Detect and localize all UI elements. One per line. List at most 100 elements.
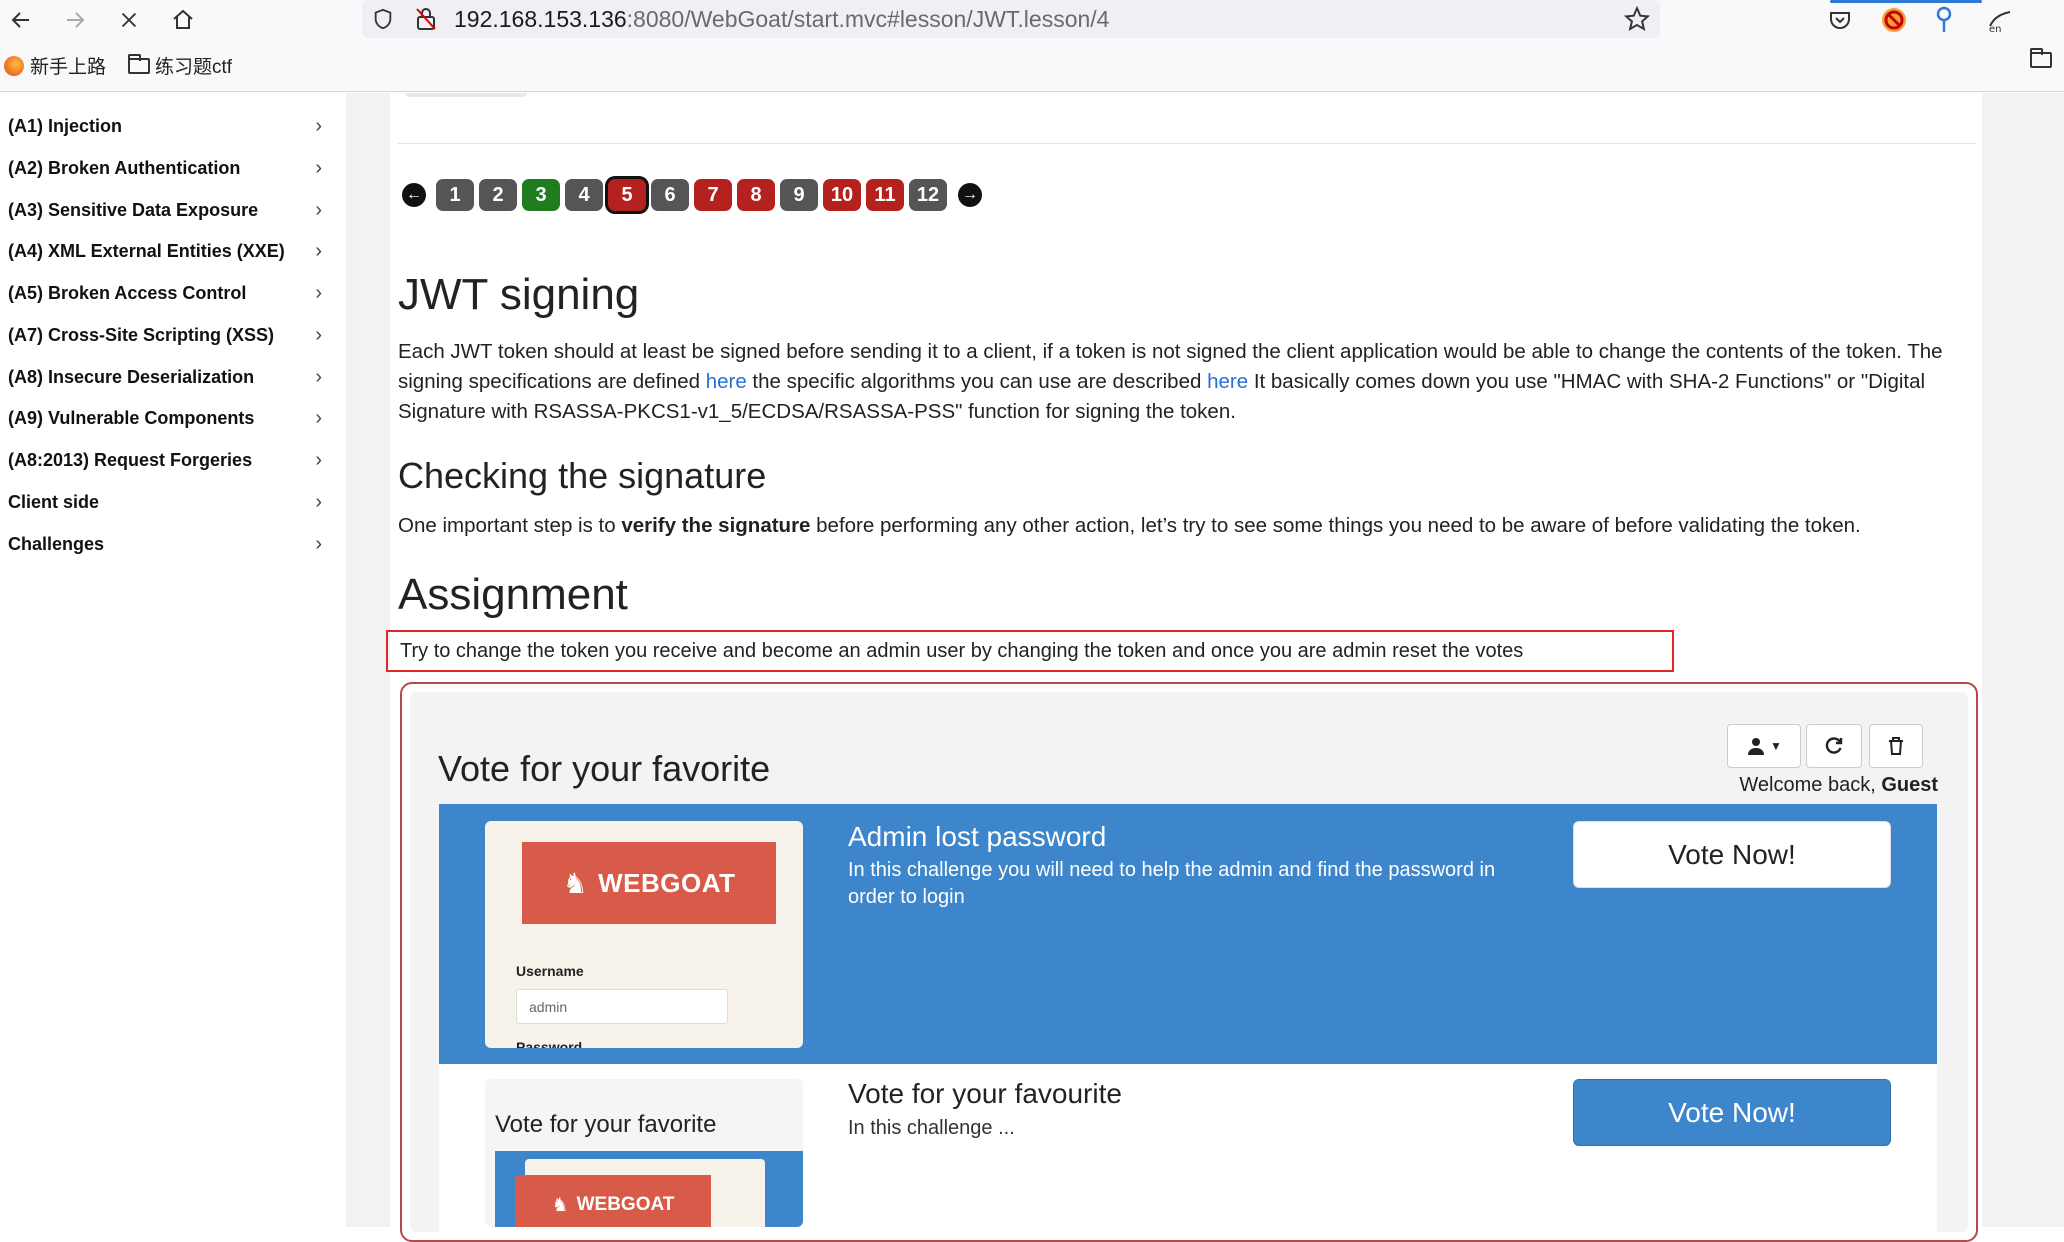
blocker-extension-icon[interactable] [1880,6,1908,39]
refresh-icon [1825,737,1843,754]
pocket-icon[interactable] [1828,8,1852,37]
bookmark-newbie[interactable]: 新手上路 [4,52,106,79]
challenge-thumbnail: Vote for your favorite ♞ WEBGOAT [485,1079,803,1227]
sidebar-item-access-control[interactable]: (A5) Broken Access Control › [0,273,330,313]
vote-now-button[interactable]: Vote Now! [1573,821,1891,888]
back-icon[interactable] [4,4,38,36]
folder-icon [2030,48,2052,68]
forward-icon[interactable] [58,4,92,36]
page-link-1[interactable]: 1 [436,179,474,211]
page-link-5-current[interactable]: 5 [608,179,646,211]
bookmarks-bar: 新手上路 练习题ctf [0,40,2064,92]
prev-page-icon[interactable]: ← [402,183,426,207]
page-link-11[interactable]: 11 [866,179,904,211]
sidebar-item-challenges[interactable]: Challenges › [0,524,330,564]
sidebar-item-injection[interactable]: (A1) Injection › [0,106,330,146]
algorithms-link[interactable]: here [1207,370,1248,393]
page-link-12[interactable]: 12 [909,179,947,211]
user-select-button[interactable]: ▼ [1727,724,1801,768]
chevron-right-icon: › [315,281,322,304]
lesson-pager: ← 1 2 3 4 5 6 7 8 9 10 11 12 → [402,175,982,215]
spec-link[interactable]: here [706,370,747,393]
trash-icon [1889,737,1903,755]
url-host: 192.168.153.136 [454,6,627,32]
sidebar-item-label: (A9) Vulnerable Components [8,407,255,428]
next-page-icon[interactable]: → [958,183,982,207]
bookmark-star-icon[interactable] [1623,5,1651,37]
sidebar-item-deserialization[interactable]: (A8) Insecure Deserialization › [0,357,330,397]
refresh-button[interactable] [1806,724,1862,768]
sidebar-item-label: Client side [8,491,100,512]
divider [398,143,1976,144]
url-path: :8080/WebGoat/start.mvc#lesson/JWT.lesso… [626,6,1110,32]
sidebar-item-client-side[interactable]: Client side › [0,482,330,522]
chevron-right-icon: › [315,156,322,179]
challenge-title: Vote for your favourite [848,1078,1122,1109]
challenge-thumbnail: ♞ WEBGOAT Username admin Password [485,821,803,1048]
sidebar-item-xss[interactable]: (A7) Cross-Site Scripting (XSS) › [0,315,330,355]
webgoat-logo-icon: ♞ [551,1194,569,1216]
vote-title: Vote for your favorite [438,748,771,789]
sidebar-item-label: (A8:2013) Request Forgeries [8,449,253,470]
challenge-description: In this challenge you will need to help … [848,859,1496,908]
bookmark-label: 练习题ctf [155,57,233,78]
left-gutter [346,93,390,1227]
lesson-sidebar: (A1) Injection › (A2) Broken Authenticati… [0,93,346,1227]
sidebar-item-sensitive-data[interactable]: (A3) Sensitive Data Exposure › [0,190,330,230]
checking-text: One important step is to verify the sign… [398,511,1968,541]
svg-text:en: en [1989,24,2002,34]
welcome-prefix: Welcome back, [1739,774,1882,796]
sidebar-item-label: (A2) Broken Authentication [8,157,241,178]
lesson-title: JWT signing [398,270,640,319]
page-link-10[interactable]: 10 [823,179,861,211]
thumb-title: Vote for your favorite [495,1111,717,1138]
shield-icon[interactable] [372,7,394,36]
vote-now-button[interactable]: Vote Now! [1573,1079,1891,1146]
page-link-9[interactable]: 9 [780,179,818,211]
checking-bold: verify the signature [621,514,811,537]
challenge-title: Admin lost password [848,821,1107,852]
chevron-right-icon: › [315,198,322,221]
home-icon[interactable] [166,4,200,36]
right-gutter [1982,93,2064,1227]
intro-text: the specific algorithms you can use are … [746,370,1208,393]
assignment-title: Assignment [398,570,628,619]
page-link-4[interactable]: 4 [565,179,603,211]
sidebar-item-xxe[interactable]: (A4) XML External Entities (XXE) › [0,231,330,271]
reset-votes-button[interactable] [1869,724,1923,768]
folder-icon [128,53,150,74]
banner-text: WEBGOAT [598,867,736,898]
sidebar-item-vulnerable-components[interactable]: (A9) Vulnerable Components › [0,398,330,438]
welcome-message: Welcome back, Guest [1739,774,1938,797]
url-bar[interactable]: 192.168.153.136:8080/WebGoat/start.mvc#l… [362,0,1660,38]
sidebar-item-label: (A3) Sensitive Data Exposure [8,199,259,220]
chevron-right-icon: › [315,490,322,513]
insecure-lock-icon[interactable] [414,6,438,37]
chevron-right-icon: › [315,239,322,262]
chevron-right-icon: › [315,448,322,471]
sidebar-item-label: Challenges [8,533,105,554]
banner-text: WEBGOAT [576,1194,675,1215]
translate-extension-icon[interactable]: en [1986,6,2014,39]
thumb-username-field: admin [516,989,728,1024]
sidebar-item-request-forgeries[interactable]: (A8:2013) Request Forgeries › [0,440,330,480]
sidebar-item-label: (A7) Cross-Site Scripting (XSS) [8,324,275,345]
page-link-3[interactable]: 3 [522,179,560,211]
extension-indicator [1830,0,1982,3]
chevron-right-icon: › [315,365,322,388]
challenge-description: In this challenge ... [848,1117,1015,1139]
page-link-7[interactable]: 7 [694,179,732,211]
checking-text-start: One important step is to [398,514,622,537]
thumb-username-label: Username [516,963,584,979]
assignment-text: Try to change the token you receive and … [400,640,1524,662]
sidebar-item-broken-auth[interactable]: (A2) Broken Authentication › [0,148,330,188]
location-pin-icon[interactable] [1934,6,1954,39]
bookmark-overflow-folder[interactable] [2030,48,2057,68]
bookmark-label: 新手上路 [30,57,107,78]
page-link-6[interactable]: 6 [651,179,689,211]
lesson-menu-stub [405,93,527,97]
bookmark-ctf-folder[interactable]: 练习题ctf [128,52,232,79]
stop-icon[interactable] [112,4,146,36]
page-link-2[interactable]: 2 [479,179,517,211]
page-link-8[interactable]: 8 [737,179,775,211]
